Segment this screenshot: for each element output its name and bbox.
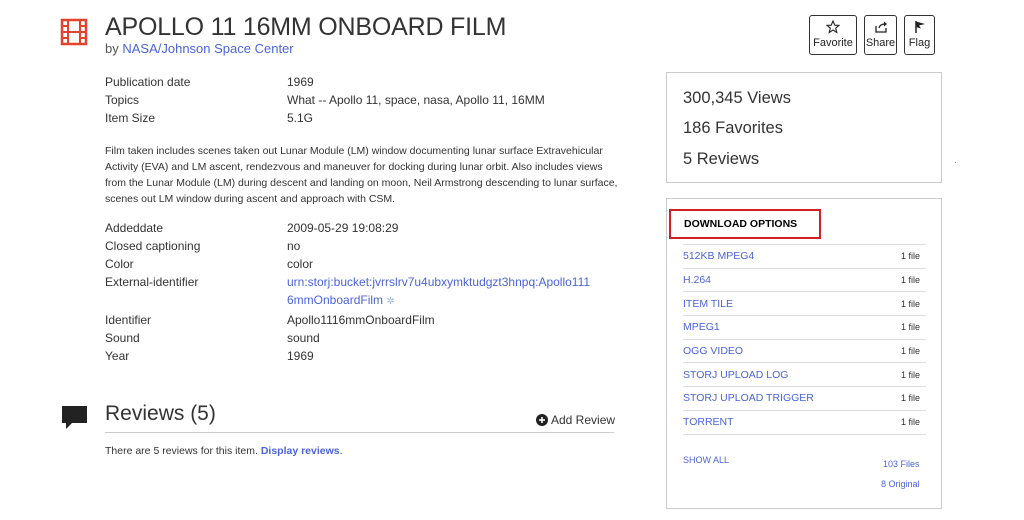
metadata-key: Topics [105,93,140,107]
share-label: Share [865,37,896,49]
display-reviews-link[interactable]: Display reviews [261,445,340,457]
metadata-row: Year 1969 [105,347,590,365]
author-link[interactable]: NASA/Johnson Space Center [122,41,293,56]
flag-button[interactable]: Flag [904,15,935,55]
download-link[interactable]: MPEG1 [683,321,720,333]
byline-prefix: by [105,41,123,56]
external-identifier-link[interactable]: urn:storj:bucket:jvrrslrv7u4ubxymktudgzt… [287,275,590,289]
download-link[interactable]: OGG VIDEO [683,345,743,357]
flag-icon [914,21,925,33]
favorite-button[interactable]: Favorite [809,15,857,55]
metadata-value: Apollo1116mmOnboardFilm [287,313,435,327]
download-list: 512KB MPEG4 1 file H.264 1 file ITEM TILE 1… [683,244,926,435]
original-files-link[interactable]: 8 Original [881,479,920,489]
flag-label: Flag [908,37,931,49]
show-all-link[interactable]: SHOW ALL [683,455,729,465]
download-link[interactable]: H.264 [683,274,711,286]
metadata-row: Publication date 1969 [105,73,545,91]
download-item: MPEG1 1 file [683,315,926,339]
metadata-key: Closed captioning [105,239,201,253]
download-item: 512KB MPEG4 1 file [683,244,926,268]
metadata-bottom: Addeddate 2009-05-29 19:08:29 Closed cap… [105,219,590,365]
page-title: APOLLO 11 16MM ONBOARD FILM [105,13,507,41]
metadata-row: Identifier Apollo1116mmOnboardFilm [105,311,590,329]
metadata-row: Color color [105,255,590,273]
metadata-value: 5.1G [287,111,314,125]
add-review-label: Add Review [551,413,616,427]
reviews-link[interactable]: 5 Reviews [683,150,759,169]
comment-icon [62,406,87,429]
gear-icon[interactable]: ✲ [386,296,394,307]
item-description: Film taken includes scenes taken out Lun… [105,145,618,205]
metadata-key: External-identifier [105,275,199,289]
star-icon [826,20,840,34]
reviews-divider [105,432,614,433]
metadata-row: External-identifier urn:storj:bucket:jvr… [105,273,590,311]
download-link[interactable]: STORJ UPLOAD TRIGGER [683,392,814,404]
share-icon [874,21,887,33]
favorite-label: Favorite [813,37,853,49]
metadata-value: urn:storj:bucket:jvrrslrv7u4ubxymktudgzt… [287,273,590,311]
file-count: 1 file [900,251,920,262]
reviews-summary-suffix: . [339,445,343,457]
metadata-key: Identifier [105,313,152,327]
file-count: 1 file [900,393,920,404]
publication-date-link[interactable]: 1969 [287,73,314,91]
file-count: 1 file [900,322,920,333]
reviews-summary-text: There are 5 reviews for this item. [105,445,261,457]
metadata-key: Year [105,349,130,363]
total-files-link[interactable]: 103 Files [883,459,920,469]
external-identifier-link-cont[interactable]: 6mmOnboardFilm [287,293,383,307]
metadata-key: Addeddate [105,221,164,235]
download-link[interactable]: ITEM TILE [683,298,733,310]
download-item: H.264 1 file [683,267,926,292]
reviews-heading: Reviews (5) [105,402,216,425]
divider-dot [955,162,956,163]
metadata-key: Color [105,257,134,271]
file-count: 1 file [900,417,920,428]
favorites-count: 186 Favorites [683,119,783,137]
download-link[interactable]: TORRENT [683,416,734,428]
metadata-value: color [287,257,314,271]
download-item: ITEM TILE 1 file [683,291,926,315]
views-count: 300,345 Views [683,89,791,107]
file-count: 1 file [900,275,920,286]
file-count: 1 file [900,369,920,380]
download-link[interactable]: STORJ UPLOAD LOG [683,369,788,381]
year-link[interactable]: 1969 [287,347,314,365]
action-buttons: Favorite Share Flag [809,15,935,55]
metadata-top: Publication date 1969 Topics What -- Apo… [105,73,545,127]
download-item: TORRENT 1 file [683,409,926,434]
metadata-row: Closed captioning no [105,237,590,255]
add-review-button[interactable]: Add Review [536,413,615,427]
download-list-end [683,433,926,435]
download-item: STORJ UPLOAD LOG 1 file [683,362,926,386]
metadata-row: Sound sound [105,329,590,347]
metadata-value: 2009-05-29 19:08:29 [287,221,399,235]
film-icon [60,18,88,46]
file-count: 1 file [900,298,920,309]
share-button[interactable]: Share [864,15,897,55]
metadata-row: Addeddate 2009-05-29 19:08:29 [105,219,590,237]
plus-circle-icon [536,414,548,426]
metadata-key: Item Size [105,111,156,125]
byline: by NASA/Johnson Space Center [105,41,294,56]
download-options-heading: DOWNLOAD OPTIONS [669,209,821,239]
reviews-summary: There are 5 reviews for this item. Displ… [105,445,343,457]
metadata-value: no [287,239,301,253]
metadata-row: Topics What -- Apollo 11, space, nasa, A… [105,91,545,109]
download-item: STORJ UPLOAD TRIGGER 1 file [683,386,926,410]
topics-link[interactable]: What -- Apollo 11, space, nasa, Apollo 1… [287,91,545,109]
file-count: 1 file [900,346,920,357]
stats-panel: 300,345 Views 186 Favorites 5 Reviews [666,72,942,183]
download-item: OGG VIDEO 1 file [683,338,926,363]
download-link[interactable]: 512KB MPEG4 [683,250,754,262]
metadata-key: Publication date [105,75,191,89]
metadata-value: sound [287,331,320,345]
metadata-key: Sound [105,331,140,345]
metadata-row: Item Size 5.1G [105,109,545,127]
